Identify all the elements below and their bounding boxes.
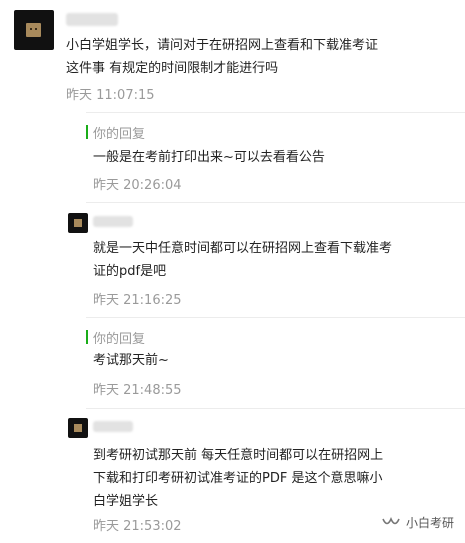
comment-time: 昨天 11:07:15 — [66, 88, 155, 103]
reply-text: 一般是在考前打印出来~可以去看看公告 — [93, 150, 325, 165]
reply-label: 你的回复 — [93, 332, 146, 347]
reply-time: 昨天 21:53:02 — [93, 519, 182, 534]
watermark-text: 小白考研 — [406, 516, 455, 530]
watermark: 小白考研 — [382, 514, 454, 531]
avatar[interactable] — [14, 10, 54, 50]
divider — [86, 408, 465, 409]
divider — [86, 112, 465, 113]
reply-text: 到考研初试那天前 每天任意时间都可以在研招网上 下载和打印考研初试准考证的PDF… — [93, 448, 384, 509]
avatar[interactable] — [68, 418, 88, 438]
divider — [86, 317, 465, 318]
wechat-channel-icon — [382, 516, 400, 524]
username-blurred[interactable] — [93, 421, 133, 432]
avatar[interactable] — [68, 213, 88, 233]
reply-label: 你的回复 — [93, 127, 146, 142]
reply-time: 昨天 21:48:55 — [93, 383, 182, 398]
reply-marker — [86, 125, 88, 139]
username-blurred[interactable] — [93, 216, 133, 227]
divider — [86, 202, 465, 203]
reply-time: 昨天 21:16:25 — [93, 293, 182, 308]
reply-marker — [86, 330, 88, 344]
reply-text: 考试那天前~ — [93, 353, 169, 368]
reply-text: 就是一天中任意时间都可以在研招网上查看下载准考 证的pdf是吧 — [93, 241, 393, 279]
username-blurred[interactable] — [66, 13, 118, 26]
reply-time: 昨天 20:26:04 — [93, 178, 182, 193]
comment-text: 小白学姐学长，请问对于在研招网上查看和下载准考证 这件事 有规定的时间限制才能进… — [66, 38, 379, 76]
